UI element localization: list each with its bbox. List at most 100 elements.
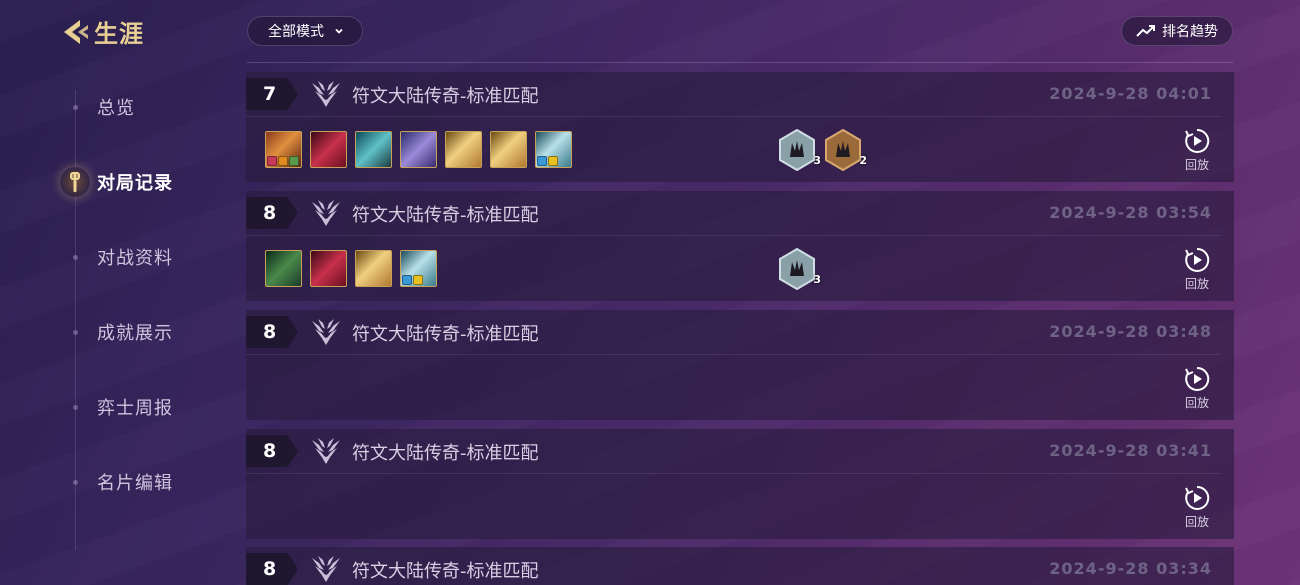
match-card-header: 7 符文大陆传奇-标准匹配 2024-9-28 04:01 [246, 72, 1234, 116]
sidebar-item-match-history[interactable]: 对局记录 [0, 162, 230, 202]
replay-label: 回放 [1184, 277, 1209, 291]
chevron-down-icon [335, 28, 343, 34]
placement-badge: 8 [246, 316, 298, 348]
champion-portrait[interactable] [535, 131, 572, 168]
bronze-hex-trait-icon[interactable]: 2 [824, 128, 867, 172]
champion-portrait[interactable] [445, 131, 482, 168]
nav-dot [73, 479, 78, 485]
match-card-header: 8 符文大陆传奇-标准匹配 2024-9-28 03:54 [246, 191, 1234, 235]
champion-portrait[interactable] [400, 131, 437, 168]
match-timestamp: 2024-9-28 04:01 [1049, 84, 1212, 103]
replay-icon [1185, 128, 1210, 153]
placement-badge: 7 [246, 78, 298, 110]
match-card-header: 8 符文大陆传奇-标准匹配 2024-9-28 03:48 [246, 310, 1234, 354]
trait-count: 3 [813, 273, 821, 286]
silver-hex-trait-icon[interactable]: 3 [778, 128, 821, 172]
match-card-header: 8 符文大陆传奇-标准匹配 2024-9-28 03:34 [246, 547, 1234, 585]
nav-dot [73, 254, 78, 260]
mode-wings-icon [312, 438, 340, 464]
item-icon [402, 275, 412, 285]
placement-badge: 8 [246, 435, 298, 467]
placement-number: 8 [263, 440, 277, 462]
match-timestamp: 2024-9-28 03:34 [1049, 559, 1212, 578]
champion-portrait[interactable] [355, 250, 392, 287]
divider [246, 116, 1221, 117]
nav-dot [73, 329, 78, 335]
trend-line-icon [1136, 25, 1155, 37]
replay-button[interactable]: 回放 [1182, 366, 1212, 411]
divider [246, 473, 1221, 474]
champion-portrait[interactable] [490, 131, 527, 168]
trait-count: 3 [813, 154, 821, 167]
champion-portrait[interactable] [265, 131, 302, 168]
match-timestamp: 2024-9-28 03:48 [1049, 322, 1212, 341]
match-card[interactable]: 8 符文大陆传奇-标准匹配 2024-9-28 03:34 [246, 547, 1234, 585]
sidebar-item-label: 成就展示 [97, 323, 173, 344]
sidebar-item-label: 对局记录 [97, 173, 173, 194]
sidebar-item-battle-stats[interactable]: 对战资料 [0, 237, 230, 277]
item-icon [537, 156, 547, 166]
unit-lineup [265, 131, 572, 168]
replay-label: 回放 [1184, 515, 1209, 529]
back-button[interactable]: 生涯 [58, 14, 144, 49]
mode-wings-icon [312, 81, 340, 107]
sidebar-item-weekly-report[interactable]: 弈士周报 [0, 387, 230, 427]
placement-number: 8 [263, 321, 277, 343]
replay-label: 回放 [1184, 396, 1209, 410]
item-list [402, 275, 423, 285]
sidebar-item-card-edit[interactable]: 名片编辑 [0, 462, 230, 502]
match-card[interactable]: 7 符文大陆传奇-标准匹配 2024-9-28 04:01 3 2 回放 [246, 72, 1234, 182]
item-icon [413, 275, 423, 285]
sidebar-item-label: 总览 [97, 98, 135, 119]
champion-portrait[interactable] [265, 250, 302, 287]
replay-label: 回放 [1184, 158, 1209, 172]
mode-wings-icon [312, 556, 340, 582]
match-card-header: 8 符文大陆传奇-标准匹配 2024-9-28 03:41 [246, 429, 1234, 473]
item-icon [267, 156, 277, 166]
nav-dot [73, 104, 78, 110]
champion-portrait[interactable] [355, 131, 392, 168]
mode-wings-icon [312, 319, 340, 345]
match-mode-title: 符文大陆传奇-标准匹配 [352, 205, 539, 226]
replay-button[interactable]: 回放 [1182, 485, 1212, 530]
match-mode-title: 符文大陆传奇-标准匹配 [352, 443, 539, 464]
unit-lineup [265, 250, 437, 287]
item-list [267, 156, 299, 166]
replay-button[interactable]: 回放 [1182, 128, 1212, 173]
sidebar-item-achievements[interactable]: 成就展示 [0, 312, 230, 352]
replay-icon [1185, 485, 1210, 510]
sidebar-item-overview[interactable]: 总览 [0, 87, 230, 127]
match-mode-title: 符文大陆传奇-标准匹配 [352, 561, 539, 582]
divider [246, 354, 1221, 355]
silver-hex-trait-icon[interactable]: 3 [778, 247, 821, 291]
placement-number: 7 [263, 83, 277, 105]
match-timestamp: 2024-9-28 03:41 [1049, 441, 1212, 460]
replay-icon [1185, 366, 1210, 391]
match-card[interactable]: 8 符文大陆传奇-标准匹配 2024-9-28 03:54 3 回放 [246, 191, 1234, 301]
sidebar-item-label: 名片编辑 [97, 473, 173, 494]
champion-portrait[interactable] [310, 250, 347, 287]
item-list [537, 156, 558, 166]
match-mode-title: 符文大陆传奇-标准匹配 [352, 86, 539, 107]
match-mode-title: 符文大陆传奇-标准匹配 [352, 324, 539, 345]
mode-filter-label: 全部模式 [268, 24, 324, 40]
sidebar-item-label: 弈士周报 [97, 398, 173, 419]
mode-filter-dropdown[interactable]: 全部模式 [247, 16, 363, 46]
match-card[interactable]: 8 符文大陆传奇-标准匹配 2024-9-28 03:41 回放 [246, 429, 1234, 539]
trait-count: 2 [859, 154, 867, 167]
item-icon [278, 156, 288, 166]
page-title: 生涯 [94, 20, 144, 48]
mode-wings-icon [312, 200, 340, 226]
champion-portrait[interactable] [310, 131, 347, 168]
rank-trend-button[interactable]: 排名趋势 [1121, 16, 1233, 46]
match-card[interactable]: 8 符文大陆传奇-标准匹配 2024-9-28 03:48 回放 [246, 310, 1234, 420]
placement-number: 8 [263, 202, 277, 224]
champion-portrait[interactable] [400, 250, 437, 287]
placement-badge: 8 [246, 197, 298, 229]
sidebar-item-label: 对战资料 [97, 248, 173, 269]
item-icon [289, 156, 299, 166]
back-arrow-icon [64, 19, 88, 44]
match-timestamp: 2024-9-28 03:54 [1049, 203, 1212, 222]
trait-list: 3 2 [778, 128, 867, 172]
replay-button[interactable]: 回放 [1182, 247, 1212, 292]
